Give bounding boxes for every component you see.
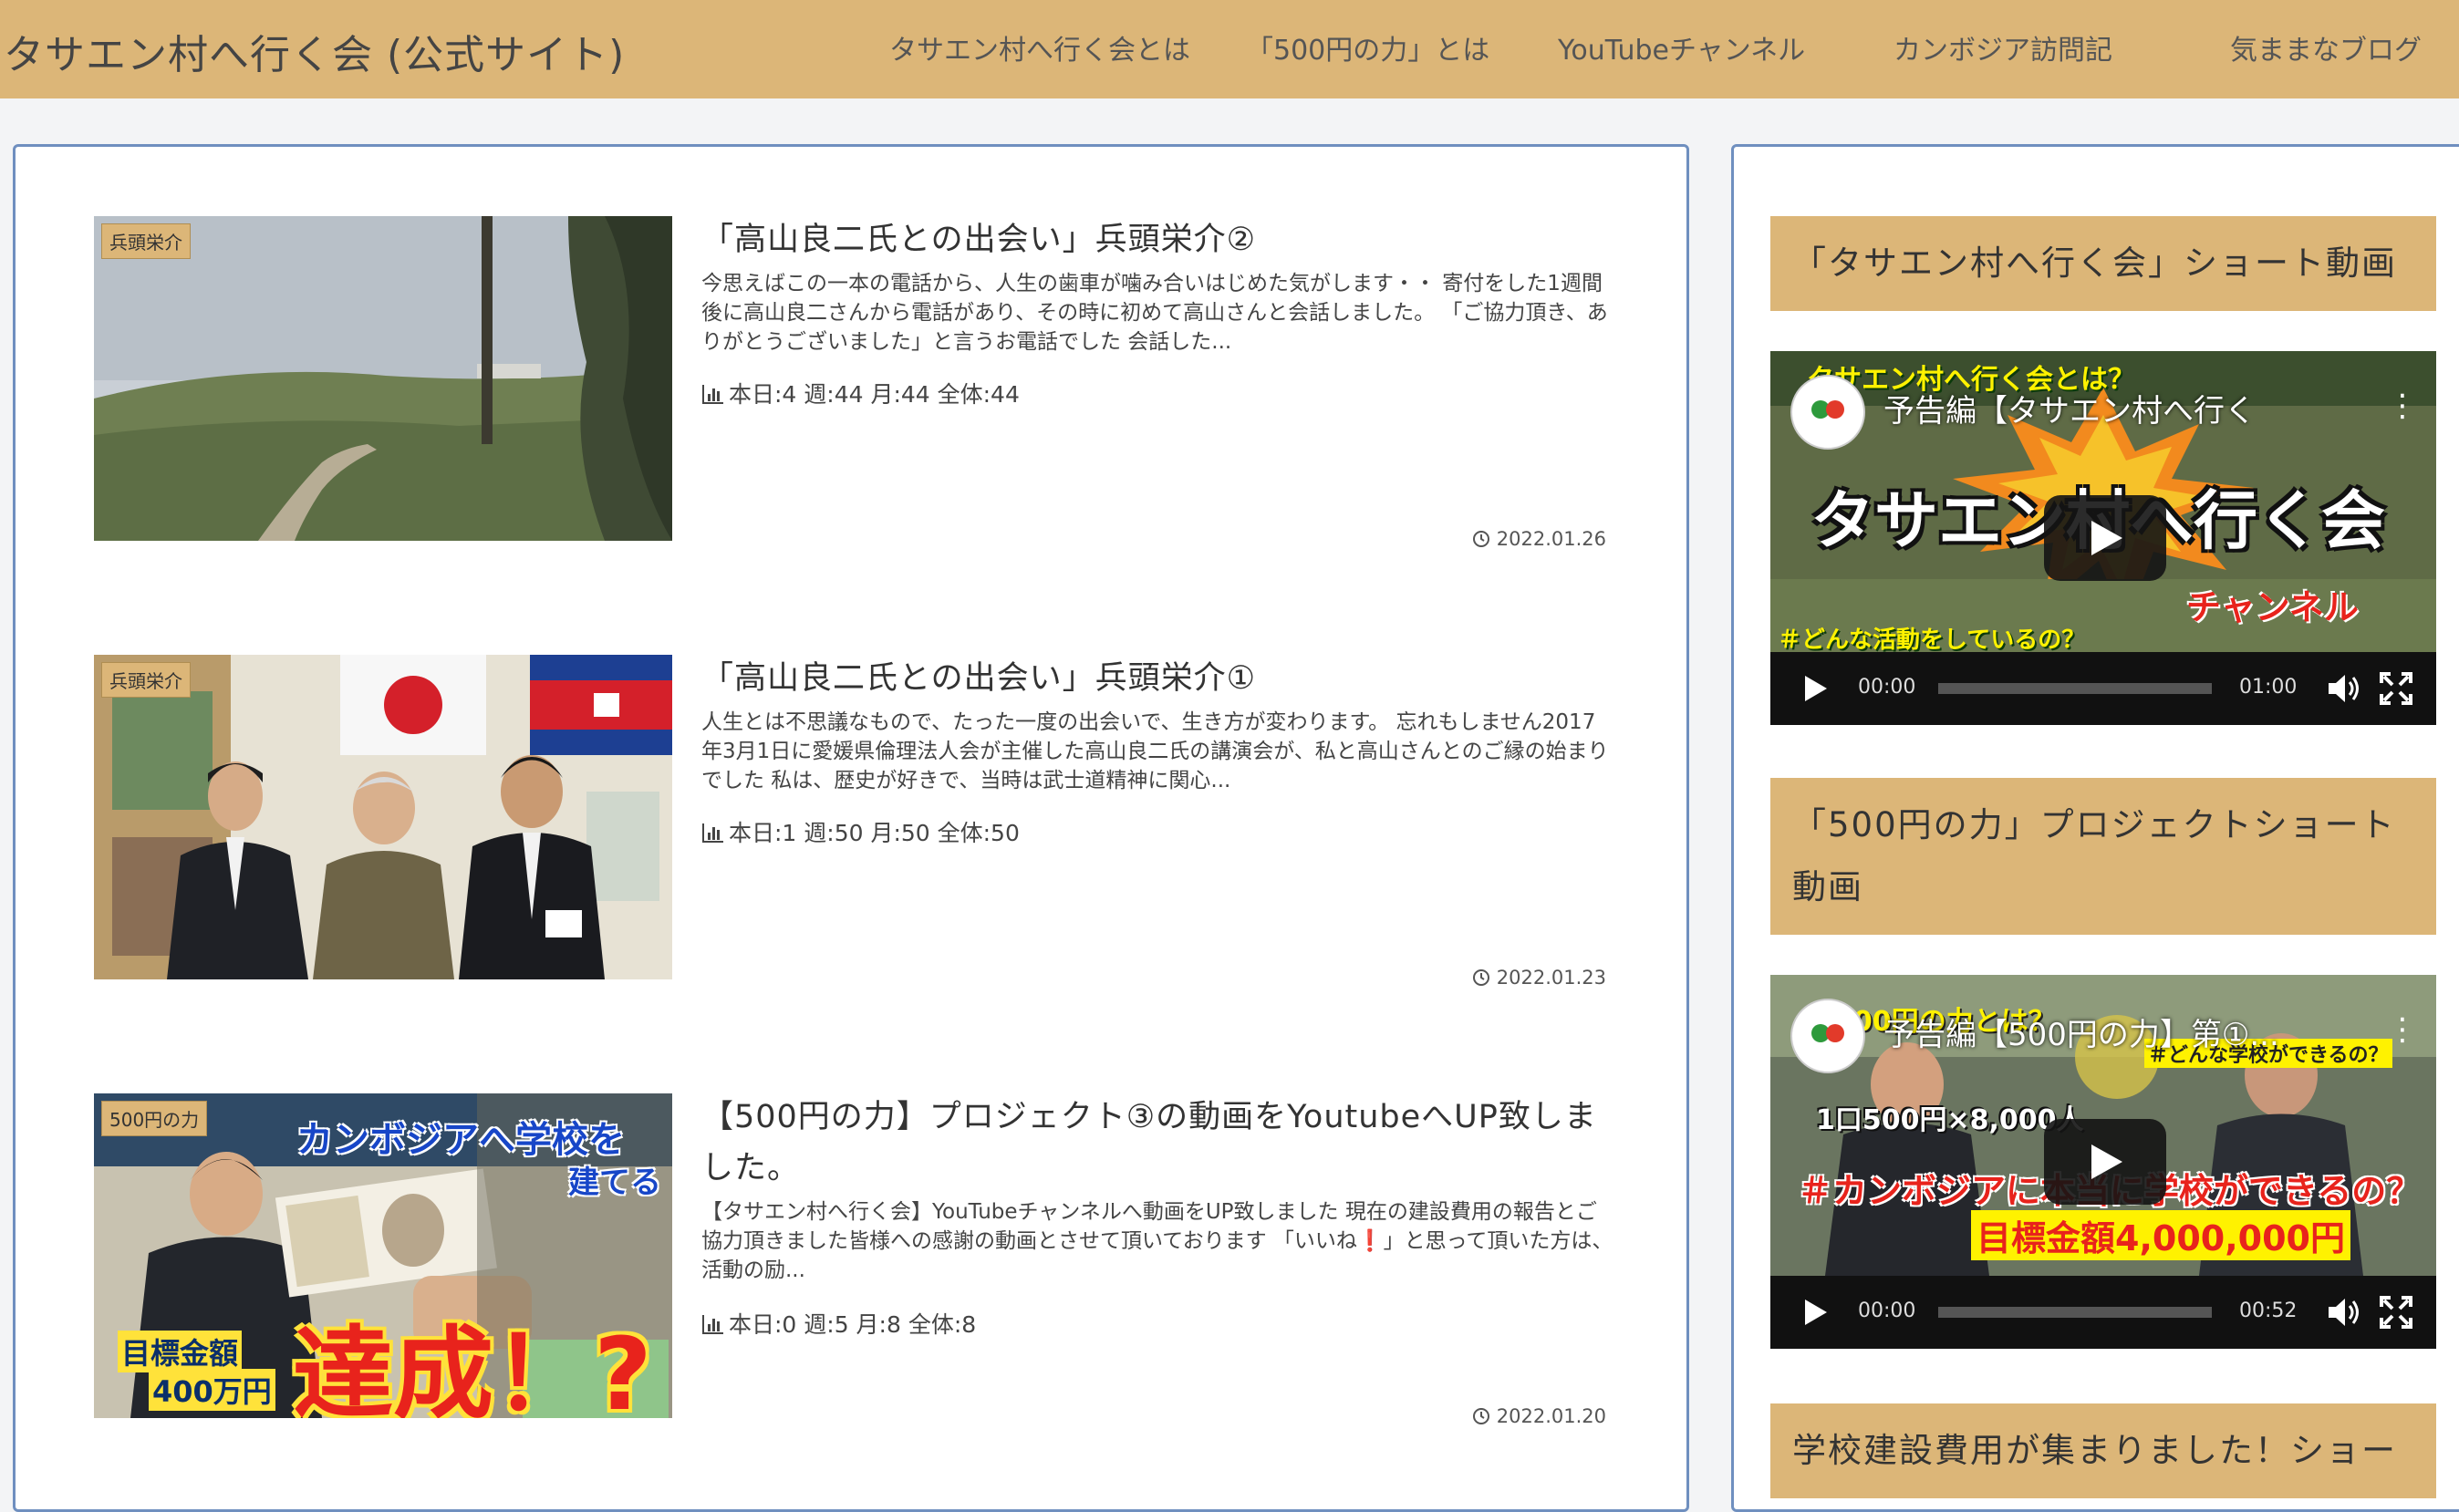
video-player[interactable]: タサエン村へ行く会とは？ タサエン村へ行く会 チャンネル ＃どんな活動をしている… <box>1770 351 2436 725</box>
volume-icon[interactable] <box>2327 1296 2363 1332</box>
thumb-goal-amount: 400万円 <box>149 1369 275 1411</box>
article-card[interactable]: 兵頭栄介 「高山良二氏との出会い」兵頭栄介② 今思えばこの一本の電話から、人生の… <box>94 214 1645 550</box>
total-time: 00:52 <box>2239 1300 2298 1322</box>
video-controls: 00:00 00:52 <box>1770 1276 2436 1349</box>
article-stats: 本日:0 週:5 月:8 全体:8 <box>701 1307 976 1341</box>
thumb-goal: 目標金額 <box>118 1331 243 1372</box>
nav-item-about[interactable]: タサエン村へ行く会とは <box>889 27 1190 67</box>
stats-text: 本日:0 週:5 月:8 全体:8 <box>729 1311 977 1338</box>
channel-logo[interactable] <box>1790 999 1865 1073</box>
article-excerpt: 今思えばこの一本の電話から、人生の歯車が噛み合いはじめた気がします・・ 寄付をし… <box>701 272 1608 354</box>
total-time: 01:00 <box>2239 676 2298 699</box>
video-overlay-bottom: ＃どんな活動をしているの？ <box>1778 627 2086 654</box>
fullscreen-icon[interactable] <box>2380 1296 2412 1332</box>
article-stats: 本日:4 週:44 月:44 全体:44 <box>701 377 1020 410</box>
progress-slider[interactable] <box>1938 1307 2212 1318</box>
current-time: 00:00 <box>1858 676 1916 699</box>
nav-item-500yen[interactable]: 「500円の力」とは <box>1246 27 1489 67</box>
people-photo <box>94 655 672 979</box>
video-overlay-goal: 目標金額4,000,000円 <box>1971 1210 2350 1260</box>
site-header: タサエン村へ行く会 (公式サイト) タサエン村へ行く会とは 「500円の力」とは… <box>0 0 2459 98</box>
play-button[interactable] <box>2044 495 2166 581</box>
video-player[interactable]: 500円の力とは？ ＃どんな学校ができるの？ 1口500円×8,000人 ＃カン… <box>1770 975 2436 1349</box>
current-time: 00:00 <box>1858 1300 1916 1322</box>
nav-item-cambodia[interactable]: カンボジア訪問記 <box>1894 27 2112 67</box>
video-controls: 00:00 01:00 <box>1770 652 2436 725</box>
article-thumbnail[interactable]: カンボジアへ学校を 建てる 目標金額 400万円 達成！? 500円の力 <box>94 1093 672 1418</box>
article-excerpt: 人生とは不思議なもので、たった一度の出会いで、生き方が変わります。 忘れもしませ… <box>701 710 1609 792</box>
main-nav: タサエン村へ行く会とは 「500円の力」とは YouTubeチャンネル カンボジ… <box>0 27 2459 67</box>
fullscreen-icon[interactable] <box>2380 672 2412 709</box>
progress-slider[interactable] <box>1938 683 2212 694</box>
article-stats: 本日:1 週:50 月:50 全体:50 <box>701 815 1020 849</box>
post-date: 2022.01.20 <box>1472 1405 1606 1431</box>
sidebar: 「タサエン村へ行く会」ショート動画 タサエン村へ行く会とは？ タサエン村へ行く会… <box>1731 144 2459 1512</box>
play-icon[interactable] <box>1803 1298 1829 1331</box>
bar-chart-icon <box>701 383 725 410</box>
thumb-big-text: 達成！? <box>293 1316 652 1418</box>
category-badge[interactable]: 兵頭栄介 <box>101 662 191 698</box>
article-excerpt: 【タサエン村へ行く会】YouTubeチャンネルへ動画をUP致しました 現在の建設… <box>701 1200 1613 1282</box>
widget-title: 「500円の力」プロジェクトショート動画 <box>1770 778 2436 935</box>
nav-item-blog[interactable]: 気ままなブログ <box>2230 27 2422 67</box>
article-title[interactable]: 「高山良二氏との出会い」兵頭栄介① <box>701 653 1613 704</box>
more-options-icon[interactable]: ⋮ <box>2387 388 2418 424</box>
article-thumbnail[interactable]: 兵頭栄介 <box>94 655 672 979</box>
play-icon[interactable] <box>1803 674 1829 707</box>
stats-text: 本日:4 週:44 月:44 全体:44 <box>729 381 1020 408</box>
video-title[interactable]: 予告編【500円の力】第①... <box>1883 1010 2279 1054</box>
article-title[interactable]: 「高山良二氏との出会い」兵頭栄介② <box>701 214 1613 265</box>
clock-icon <box>1472 967 1497 989</box>
article-card[interactable]: カンボジアへ学校を 建てる 目標金額 400万円 達成！? 500円の力 【50… <box>94 1092 1645 1427</box>
category-badge[interactable]: 500円の力 <box>101 1101 208 1136</box>
bar-chart-icon <box>701 1313 725 1341</box>
more-options-icon[interactable]: ⋮ <box>2387 1011 2418 1048</box>
date-text: 2022.01.23 <box>1496 967 1606 989</box>
date-text: 2022.01.20 <box>1496 1405 1606 1427</box>
thumb-headline: カンボジアへ学校を <box>296 1119 625 1161</box>
main-content: 兵頭栄介 「高山良二氏との出会い」兵頭栄介② 今思えばこの一本の電話から、人生の… <box>13 144 1689 1512</box>
category-badge[interactable]: 兵頭栄介 <box>101 223 191 259</box>
video-title[interactable]: 予告編【タサエン村へ行く <box>1883 386 2256 430</box>
widget-title: 「タサエン村へ行く会」ショート動画 <box>1770 216 2436 311</box>
post-date: 2022.01.23 <box>1472 967 1606 992</box>
article-card[interactable]: 兵頭栄介 「高山良二氏との出会い」兵頭栄介① 人生とは不思議なもので、たった一度… <box>94 653 1645 989</box>
landscape-photo <box>94 216 672 541</box>
thumb-subline: 建てる <box>568 1165 661 1201</box>
play-button[interactable] <box>2044 1119 2166 1205</box>
bar-chart-icon <box>701 822 725 849</box>
clock-icon <box>1472 1405 1497 1427</box>
widget-title: 学校建設費用が集まりました！ショー <box>1770 1403 2436 1498</box>
volume-icon[interactable] <box>2327 672 2363 709</box>
clock-icon <box>1472 528 1497 550</box>
nav-item-youtube[interactable]: YouTubeチャンネル <box>1558 27 1805 67</box>
stats-text: 本日:1 週:50 月:50 全体:50 <box>729 820 1020 846</box>
video-overlay-channel: チャンネル <box>2186 587 2359 627</box>
post-date: 2022.01.26 <box>1472 528 1606 554</box>
date-text: 2022.01.26 <box>1496 528 1606 550</box>
article-title[interactable]: 【500円の力】プロジェクト③の動画をYoutubeへUP致しました。 <box>701 1092 1613 1194</box>
article-thumbnail[interactable]: 兵頭栄介 <box>94 216 672 541</box>
channel-logo[interactable] <box>1790 375 1865 450</box>
